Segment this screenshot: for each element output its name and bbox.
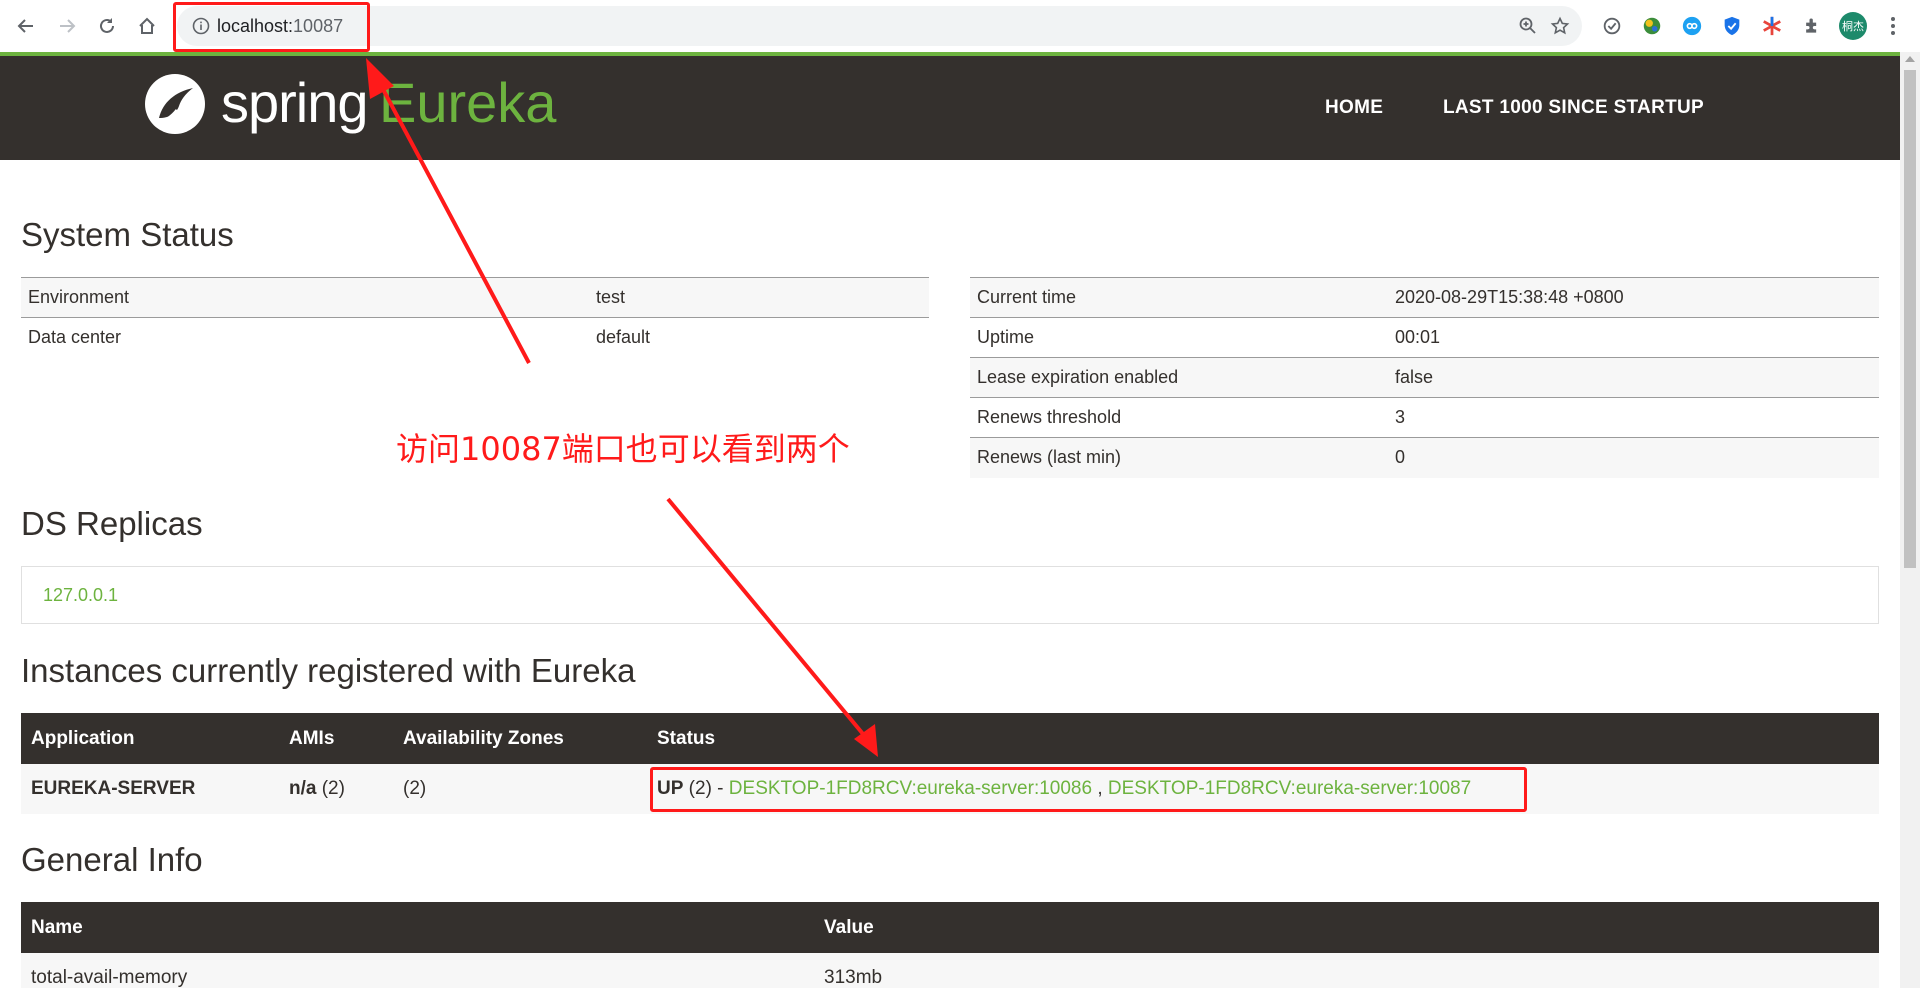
status-value: default <box>589 317 929 358</box>
table-row: Data center default <box>21 317 929 358</box>
status-value: 00:01 <box>1388 317 1879 358</box>
table-row: Environment test <box>21 277 929 318</box>
column-header: AMIs <box>279 713 393 764</box>
shield-extension-icon[interactable] <box>1720 14 1744 38</box>
status-key: Data center <box>21 317 589 358</box>
menu-icon[interactable] <box>1885 12 1901 40</box>
status-value: 3 <box>1388 397 1879 438</box>
annotation-url-box <box>173 2 370 52</box>
nav-home[interactable]: HOME <box>1325 92 1383 124</box>
application-name: EUREKA-SERVER <box>21 764 279 814</box>
general-info-table: Name Value total-avail-memory 313mb <box>21 902 1879 988</box>
table-header-row: Application AMIs Availability Zones Stat… <box>21 713 1879 764</box>
cloud-extension-icon[interactable] <box>1680 14 1704 38</box>
sync-extension-icon[interactable] <box>1600 14 1624 38</box>
spring-eureka-logo[interactable]: spring Eureka <box>143 70 563 140</box>
system-status-left-table: Environment test Data center default <box>21 277 929 358</box>
status-value: 0 <box>1388 437 1879 478</box>
info-value: 313mb <box>814 953 1879 988</box>
back-icon[interactable] <box>10 10 42 42</box>
table-row: Lease expiration enabled false <box>970 357 1879 398</box>
logo-spring-text: spring <box>221 71 369 134</box>
status-value: false <box>1388 357 1879 398</box>
table-row: Uptime 00:01 <box>970 317 1879 358</box>
page-scrollbar[interactable] <box>1900 52 1920 988</box>
status-key: Uptime <box>970 317 1388 358</box>
column-header: Value <box>814 902 1879 953</box>
column-header: Availability Zones <box>393 713 647 764</box>
column-header: Application <box>21 713 279 764</box>
zones-cell: (2) <box>393 764 647 814</box>
ds-replicas-title: DS Replicas <box>21 505 203 542</box>
system-status-right-table: Current time 2020-08-29T15:38:48 +0800 U… <box>970 277 1879 478</box>
status-key: Environment <box>21 277 589 318</box>
amis-cell: n/a (2) <box>279 764 393 814</box>
asterisk-extension-icon[interactable] <box>1760 14 1784 38</box>
status-value: test <box>589 277 929 318</box>
general-info-title: General Info <box>21 841 203 878</box>
replica-link[interactable]: 127.0.0.1 <box>43 567 118 623</box>
instances-title: Instances currently registered with Eure… <box>21 652 636 689</box>
star-icon[interactable] <box>1550 16 1570 36</box>
annotation-status-box <box>650 767 1527 812</box>
extensions-icon[interactable] <box>1800 14 1824 38</box>
status-key: Renews (last min) <box>970 437 1388 478</box>
table-row: total-avail-memory 313mb <box>21 953 1879 988</box>
table-header-row: Name Value <box>21 902 1879 953</box>
scroll-up-arrow-icon[interactable] <box>1905 56 1915 62</box>
status-key: Lease expiration enabled <box>970 357 1388 398</box>
info-name: total-avail-memory <box>21 953 814 988</box>
reload-icon[interactable] <box>91 10 123 42</box>
table-row: Renews threshold 3 <box>970 397 1879 438</box>
zoom-icon[interactable] <box>1518 16 1538 36</box>
status-key: Current time <box>970 277 1388 318</box>
spring-leaf-icon <box>143 72 207 136</box>
table-row: Current time 2020-08-29T15:38:48 +0800 <box>970 277 1879 318</box>
address-bar[interactable]: localhost:10087 <box>177 6 1582 46</box>
table-row: Renews (last min) 0 <box>970 437 1879 478</box>
nav-last-1000[interactable]: LAST 1000 SINCE STARTUP <box>1443 92 1704 124</box>
amis-count: (2) <box>316 778 345 799</box>
forward-icon[interactable] <box>51 10 83 42</box>
avatar[interactable]: 桐杰 <box>1839 12 1867 40</box>
system-status-title: System Status <box>21 216 234 253</box>
status-value: 2020-08-29T15:38:48 +0800 <box>1388 277 1879 318</box>
amis-value: n/a <box>289 778 317 799</box>
scroll-thumb[interactable] <box>1904 70 1916 568</box>
ds-replicas-list: 127.0.0.1 <box>21 566 1879 624</box>
globe-extension-icon[interactable] <box>1640 14 1664 38</box>
status-key: Renews threshold <box>970 397 1388 438</box>
home-icon[interactable] <box>131 10 163 42</box>
annotation-text: 访问10087端口也可以看到两个 <box>396 430 850 468</box>
column-header: Name <box>21 902 814 953</box>
logo-eureka-text: Eureka <box>379 71 557 134</box>
column-header: Status <box>647 713 1879 764</box>
